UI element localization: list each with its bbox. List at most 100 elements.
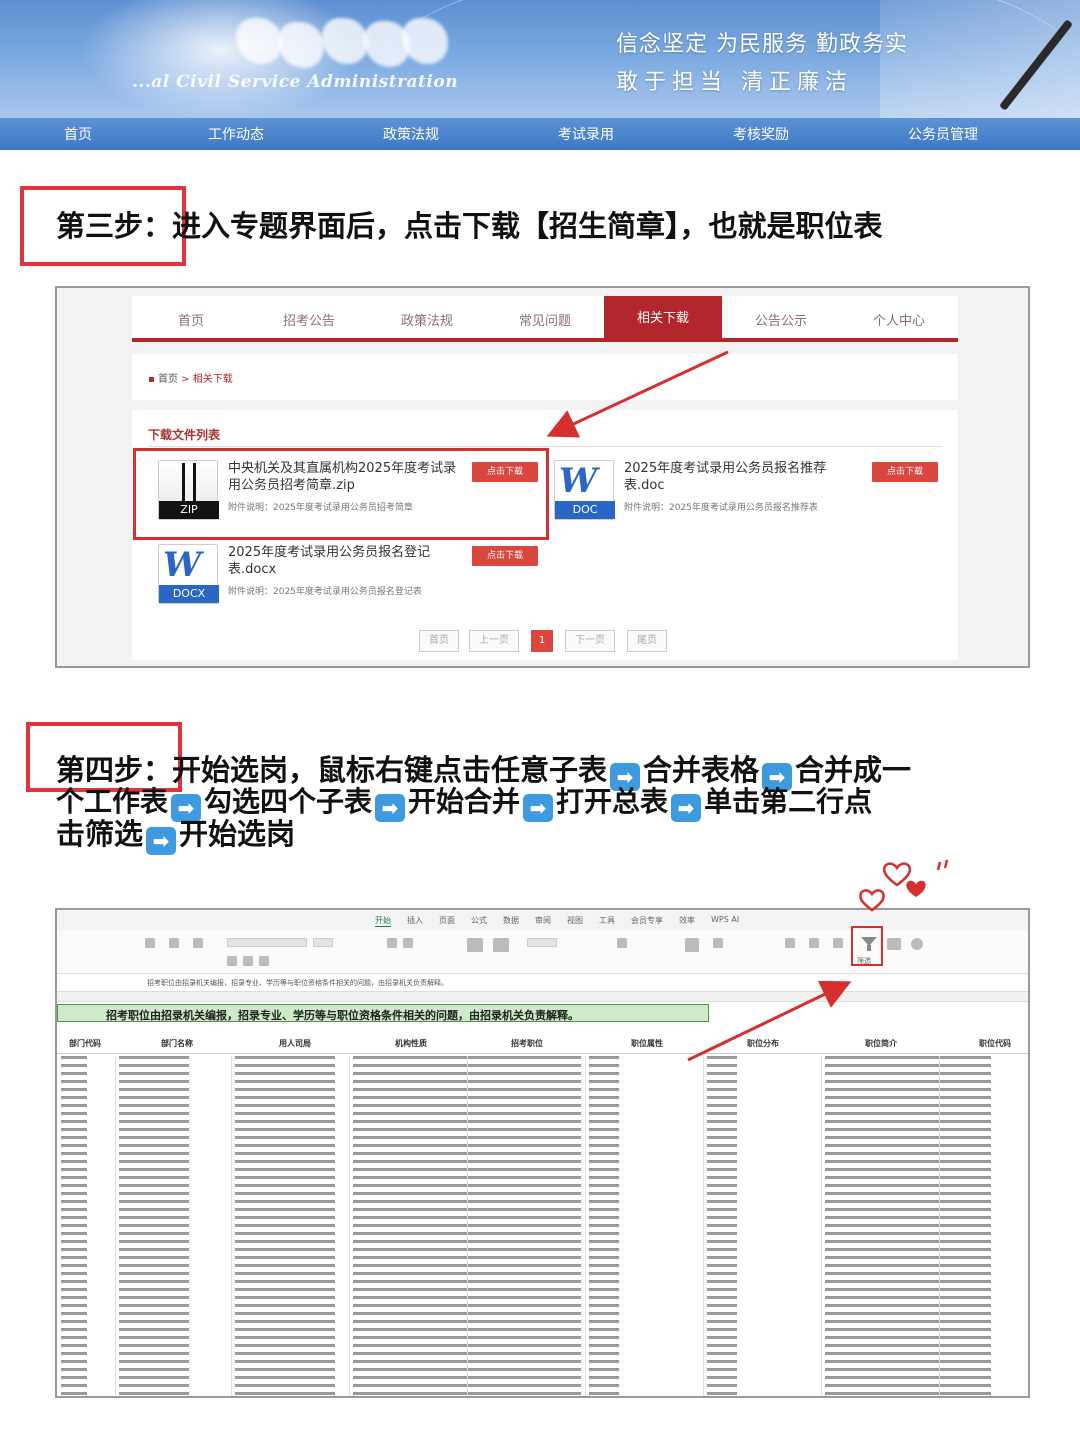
- tab-review[interactable]: 审阅: [535, 915, 551, 926]
- copy-icon[interactable]: [169, 938, 179, 948]
- paste-icon[interactable]: [145, 938, 155, 948]
- main-nav-home[interactable]: 首页: [64, 124, 92, 144]
- font-size-select[interactable]: [313, 938, 333, 947]
- nav-downloads[interactable]: 相关下载: [604, 296, 722, 342]
- pager-next[interactable]: 下一页: [565, 630, 615, 652]
- tab-view[interactable]: 视图: [567, 915, 583, 926]
- file-type-tag: DOC: [555, 501, 615, 519]
- sort-icon[interactable]: [833, 938, 843, 948]
- step3-text: 进入专题界面后，点击下载【招生简章】，也就是职位表: [172, 209, 883, 243]
- header-position-attr[interactable]: 职位属性: [631, 1038, 663, 1049]
- nav-faq[interactable]: 常见问题: [486, 310, 604, 329]
- table-column-data[interactable]: [825, 1056, 945, 1396]
- file-item: W DOC 2025年度考试录用公务员报名推荐表.doc 附件说明：2025年度…: [540, 452, 938, 526]
- table-body: [57, 1056, 1028, 1396]
- table-column-data[interactable]: [707, 1056, 737, 1396]
- file-name: 2025年度考试录用公务员报名推荐表.doc: [624, 461, 827, 493]
- sum-icon[interactable]: [809, 938, 819, 948]
- italic-icon[interactable]: [243, 956, 253, 966]
- fill-icon[interactable]: [785, 938, 795, 948]
- step4-text: 合并表格: [643, 753, 760, 787]
- main-nav-news[interactable]: 工作动态: [208, 124, 264, 144]
- row-col-icon[interactable]: [617, 938, 627, 948]
- header-position-code[interactable]: 职位代码: [979, 1038, 1011, 1049]
- main-nav-reward[interactable]: 考核奖励: [733, 124, 789, 144]
- step4-text: 打开总表: [556, 785, 669, 818]
- nav-home[interactable]: 首页: [132, 310, 250, 329]
- table-column-data[interactable]: [353, 1056, 483, 1396]
- tab-home[interactable]: 开始: [375, 915, 391, 927]
- header-position-intro[interactable]: 职位简介: [865, 1038, 897, 1049]
- tab-wps-ai[interactable]: WPS AI: [711, 915, 739, 924]
- banner-english-title: ...al Civil Service Administration: [132, 72, 459, 92]
- tab-efficiency[interactable]: 效率: [679, 915, 695, 926]
- arrow-right-icon: ➡: [146, 827, 177, 855]
- wrap-text-icon[interactable]: [493, 938, 509, 952]
- pager-first[interactable]: 首页: [419, 630, 459, 652]
- main-nav-management[interactable]: 公务员管理: [908, 124, 978, 144]
- pager-prev[interactable]: 上一页: [469, 630, 519, 652]
- table-column-data[interactable]: [943, 1056, 991, 1396]
- freeze-icon[interactable]: [887, 938, 901, 950]
- table-header: 部门代码 部门名称 用人司局 机构性质 招考职位 职位属性 职位分布 职位简介 …: [57, 1032, 1028, 1054]
- main-nav-exam[interactable]: 考试录用: [558, 124, 614, 144]
- tab-formula[interactable]: 公式: [471, 915, 487, 926]
- header-bureau[interactable]: 用人司局: [279, 1038, 311, 1049]
- home-icon: ▪: [148, 374, 155, 385]
- bold-icon[interactable]: [227, 956, 237, 966]
- nav-announcements[interactable]: 招考公告: [250, 310, 368, 329]
- breadcrumb-current: 相关下载: [192, 374, 233, 385]
- tab-data[interactable]: 数据: [503, 915, 519, 926]
- number-format-select[interactable]: [527, 938, 557, 947]
- arrow-right-icon: ➡: [523, 794, 554, 822]
- conditional-format-icon[interactable]: [685, 938, 699, 952]
- ribbon-tabs: 开始 插入 页面 公式 数据 审阅 视图 工具 会员专享 效率 WPS AI: [57, 910, 1028, 930]
- pager-current[interactable]: 1: [531, 630, 553, 652]
- table-column-data[interactable]: [61, 1056, 87, 1396]
- table-column-data[interactable]: [235, 1056, 335, 1396]
- banner-photo: [880, 0, 1080, 118]
- download-button[interactable]: 点击下载: [472, 546, 538, 566]
- nav-notices[interactable]: 公告公示: [722, 310, 840, 329]
- step4-text: 开始合并: [408, 785, 521, 818]
- step4-text: 开始选岗: [179, 817, 296, 851]
- pager-last[interactable]: 尾页: [627, 630, 667, 652]
- docx-file-icon: W DOCX: [158, 544, 219, 604]
- tab-member[interactable]: 会员专享: [631, 915, 663, 926]
- formula-bar[interactable]: 招考职位由招录机关编报，招录专业、学历等与职位资格条件相关的问题，由招录机关负责…: [57, 974, 1028, 992]
- main-nav-policy[interactable]: 政策法规: [383, 124, 439, 144]
- tab-page[interactable]: 页面: [439, 915, 455, 926]
- pen-icon: [998, 19, 1074, 111]
- nav-personal-center[interactable]: 个人中心: [840, 310, 958, 329]
- header-position-distribution[interactable]: 职位分布: [747, 1038, 779, 1049]
- step3-heading: 第三步：进入专题界面后，点击下载【招生简章】，也就是职位表: [56, 210, 883, 242]
- step4-text: 合并成一: [795, 753, 912, 787]
- file-item: W DOCX 2025年度考试录用公务员报名登记表.docx 附件说明：2025…: [140, 536, 538, 610]
- underline-icon[interactable]: [259, 956, 269, 966]
- panel-divider: [148, 446, 942, 447]
- search-icon[interactable]: [911, 938, 923, 950]
- table-column-data[interactable]: [119, 1056, 189, 1396]
- font-select[interactable]: [227, 938, 307, 947]
- merge-cells-icon[interactable]: [467, 938, 483, 952]
- header-dept-name[interactable]: 部门名称: [161, 1038, 193, 1049]
- breadcrumb-home[interactable]: 首页: [158, 374, 178, 385]
- header-position[interactable]: 招考职位: [511, 1038, 543, 1049]
- tab-tools[interactable]: 工具: [599, 915, 615, 926]
- doc-file-icon: W DOC: [554, 460, 615, 520]
- cell-style-icon[interactable]: [713, 938, 723, 948]
- header-dept-code[interactable]: 部门代码: [69, 1038, 101, 1049]
- align-middle-icon[interactable]: [403, 938, 413, 948]
- cut-icon[interactable]: [193, 938, 203, 948]
- tab-insert[interactable]: 插入: [407, 915, 423, 926]
- notice-cell[interactable]: 招考职位由招录机关编报，招录专业、学历等与职位资格条件相关的问题，由招录机关负责…: [57, 1004, 709, 1022]
- table-column-data[interactable]: [471, 1056, 581, 1396]
- breadcrumb: ▪ 首页 > 相关下载: [132, 354, 958, 400]
- spreadsheet-screenshot: 开始 插入 页面 公式 数据 审阅 视图 工具 会员专享 效率 WPS AI 筛…: [55, 908, 1030, 1398]
- nav-policy[interactable]: 政策法规: [368, 310, 486, 329]
- header-org-type[interactable]: 机构性质: [395, 1038, 427, 1049]
- download-button[interactable]: 点击下载: [872, 462, 938, 482]
- align-top-icon[interactable]: [387, 938, 397, 948]
- download-page-nav: 首页 招考公告 政策法规 常见问题 相关下载 公告公示 个人中心: [132, 296, 958, 342]
- table-column-data[interactable]: [589, 1056, 619, 1396]
